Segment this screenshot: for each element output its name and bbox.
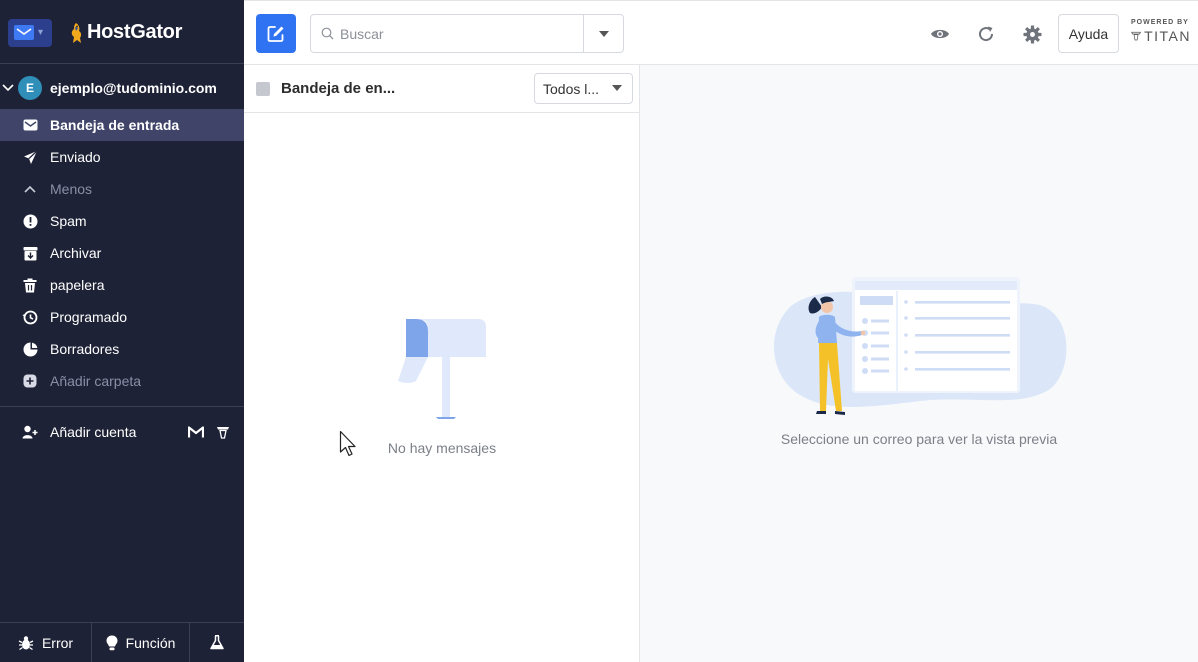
refresh-button[interactable] xyxy=(975,23,997,45)
avatar: E xyxy=(18,76,42,100)
sidebar-item-label: Programado xyxy=(50,309,128,325)
add-account-button[interactable]: Añadir cuenta xyxy=(0,416,244,448)
sidebar-footer: Error Función xyxy=(0,622,244,662)
mailbox-illustration xyxy=(398,319,486,419)
folder-title: Bandeja de en... xyxy=(281,80,396,97)
powered-by-label: POWERED BY xyxy=(1131,19,1189,26)
lightbulb-icon xyxy=(106,635,118,650)
top-toolbar: Ayuda POWERED BY TITAN xyxy=(244,0,1198,65)
eye-icon xyxy=(931,29,949,39)
account-email: ejemplo@tudominio.com xyxy=(50,80,217,96)
caret-down-icon xyxy=(612,85,622,91)
mail-app-icon xyxy=(14,25,34,40)
plus-icon xyxy=(22,373,38,389)
mouse-pointer-icon xyxy=(339,430,356,457)
preview-pane: Seleccione un correo para ver la vista p… xyxy=(640,65,1198,662)
sidebar-item-spam[interactable]: Spam xyxy=(0,205,244,237)
sidebar-item-archive[interactable]: Archivar xyxy=(0,237,244,269)
help-button[interactable]: Ayuda xyxy=(1058,14,1119,53)
search-icon xyxy=(321,27,334,40)
gmail-icon[interactable] xyxy=(188,425,204,438)
filter-value: Todos l... xyxy=(543,80,600,97)
sidebar-header: ▾ HostGator xyxy=(0,0,244,64)
add-user-icon xyxy=(22,425,38,439)
archive-icon xyxy=(22,245,38,261)
select-email-illustration xyxy=(773,277,1067,415)
account-row[interactable]: E ejemplo@tudominio.com xyxy=(0,72,244,104)
divider xyxy=(0,406,244,407)
sidebar-item-label: Borradores xyxy=(50,341,120,357)
error-label: Error xyxy=(41,634,74,651)
caret-down-icon xyxy=(598,30,609,37)
account-provider-icons xyxy=(188,425,230,439)
powered-by-titan: POWERED BY TITAN xyxy=(1131,19,1191,44)
sidebar-item-label: papelera xyxy=(50,277,105,293)
preview-empty-message: Seleccione un correo para ver la vista p… xyxy=(780,431,1058,447)
sidebar-item-inbox[interactable]: Bandeja de entrada xyxy=(0,109,244,141)
drafts-icon xyxy=(22,341,38,357)
hostgator-logo: HostGator xyxy=(68,21,182,44)
sidebar-item-less[interactable]: Menos xyxy=(0,173,244,205)
add-account-label: Añadir cuenta xyxy=(50,424,137,440)
flask-icon xyxy=(210,635,224,650)
search-options-dropdown[interactable] xyxy=(583,15,623,52)
chevron-down-icon[interactable] xyxy=(2,81,16,95)
schedule-icon xyxy=(22,309,38,325)
titan-icon[interactable] xyxy=(216,426,230,439)
sidebar-item-label: Enviado xyxy=(50,149,101,165)
sidebar-item-sent[interactable]: Enviado xyxy=(0,141,244,173)
titan-brand: TITAN xyxy=(1131,28,1191,44)
labs-button[interactable] xyxy=(190,623,244,662)
compose-button[interactable] xyxy=(256,14,296,53)
message-list-pane: Bandeja de en... Todos l... No hay mensa… xyxy=(244,65,640,662)
sidebar-item-label: Añadir carpeta xyxy=(50,373,142,389)
folder-list: Bandeja de entrada Enviado Menos Spam Ar… xyxy=(0,109,244,397)
sidebar-item-label: Spam xyxy=(50,213,87,229)
sidebar-item-label: Bandeja de entrada xyxy=(50,117,180,133)
feature-label: Función xyxy=(125,634,176,651)
sidebar-item-drafts[interactable]: Borradores xyxy=(0,333,244,365)
app-switcher-button[interactable]: ▾ xyxy=(8,19,52,47)
search-input[interactable] xyxy=(340,25,570,42)
compose-icon xyxy=(267,25,284,42)
chevron-up-icon xyxy=(22,181,38,197)
trash-icon xyxy=(22,277,38,293)
sidebar-item-label: Archivar xyxy=(50,245,102,261)
sidebar-item-trash[interactable]: papelera xyxy=(0,269,244,301)
report-error-button[interactable]: Error xyxy=(0,623,92,662)
refresh-icon xyxy=(979,26,994,42)
gator-logo-icon xyxy=(71,22,82,43)
sidebar-item-label: Menos xyxy=(50,181,93,197)
sidebar: ▾ HostGator E ejemplo@tudominio.com Band… xyxy=(0,0,244,662)
bug-icon xyxy=(18,635,34,650)
search-box xyxy=(310,14,624,53)
chevron-down-icon: ▾ xyxy=(38,27,44,38)
titan-logo-icon xyxy=(1131,31,1142,41)
message-filter-select[interactable]: Todos l... xyxy=(534,73,633,104)
sidebar-item-scheduled[interactable]: Programado xyxy=(0,301,244,333)
spam-icon xyxy=(22,213,38,229)
settings-button[interactable] xyxy=(1021,23,1043,45)
message-list-header: Bandeja de en... Todos l... xyxy=(244,65,639,113)
gear-icon xyxy=(1022,24,1042,44)
empty-list-message: No hay mensajes xyxy=(387,440,497,456)
reading-pane-toggle-button[interactable] xyxy=(929,23,951,45)
envelope-icon xyxy=(22,117,38,133)
brand-name: HostGator xyxy=(87,21,183,43)
send-icon xyxy=(22,149,38,165)
select-all-checkbox[interactable] xyxy=(256,82,270,96)
feature-request-button[interactable]: Función xyxy=(92,623,190,662)
sidebar-item-add-folder[interactable]: Añadir carpeta xyxy=(0,365,244,397)
titan-brand-name: TITAN xyxy=(1144,28,1191,44)
